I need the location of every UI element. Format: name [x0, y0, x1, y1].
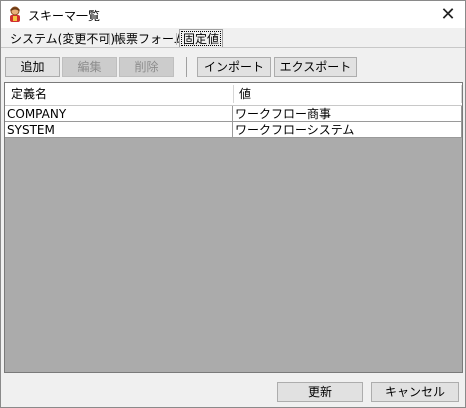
column-header-name[interactable]: 定義名: [7, 83, 233, 105]
toolbar-divider: [186, 57, 187, 77]
cell-name[interactable]: COMPANY: [5, 106, 233, 122]
delete-button[interactable]: 削除: [119, 57, 174, 77]
export-button[interactable]: エクスポート: [274, 57, 357, 77]
update-button[interactable]: 更新: [277, 382, 363, 402]
table-row[interactable]: COMPANY ワークフロー商事: [5, 106, 462, 122]
edit-button[interactable]: 編集: [62, 57, 117, 77]
column-divider: [461, 85, 462, 103]
cell-value[interactable]: ワークフローシステム: [233, 122, 462, 138]
app-user-icon: [7, 6, 23, 23]
cell-name[interactable]: SYSTEM: [5, 122, 233, 138]
table-row[interactable]: SYSTEM ワークフローシステム: [5, 122, 462, 138]
column-header-value[interactable]: 値: [235, 83, 461, 105]
column-divider[interactable]: [233, 85, 234, 103]
title-bar: スキーマ一覧 ✕: [1, 1, 465, 28]
table-header: 定義名 値: [5, 83, 462, 106]
tab-underline: [1, 47, 465, 48]
cell-value[interactable]: ワークフロー商事: [233, 106, 462, 122]
tab-strip: システム(変更不可) 帳票フォーム 固定値: [1, 28, 465, 48]
tab-divider: [176, 33, 177, 45]
import-button[interactable]: インポート: [197, 57, 271, 77]
fixed-values-table[interactable]: 定義名 値 COMPANY ワークフロー商事 SYSTEM ワークフローシステム: [4, 82, 463, 373]
tab-divider: [109, 33, 110, 45]
cancel-button[interactable]: キャンセル: [371, 382, 459, 402]
schema-list-window: スキーマ一覧 ✕ システム(変更不可) 帳票フォーム 固定値 追加 編集 削除 …: [0, 0, 466, 408]
add-button[interactable]: 追加: [5, 57, 60, 77]
tab-system[interactable]: システム(変更不可): [7, 31, 118, 47]
window-title: スキーマ一覧: [28, 9, 101, 23]
tab-fixed-values[interactable]: 固定値: [179, 29, 224, 48]
close-icon[interactable]: ✕: [431, 1, 465, 28]
